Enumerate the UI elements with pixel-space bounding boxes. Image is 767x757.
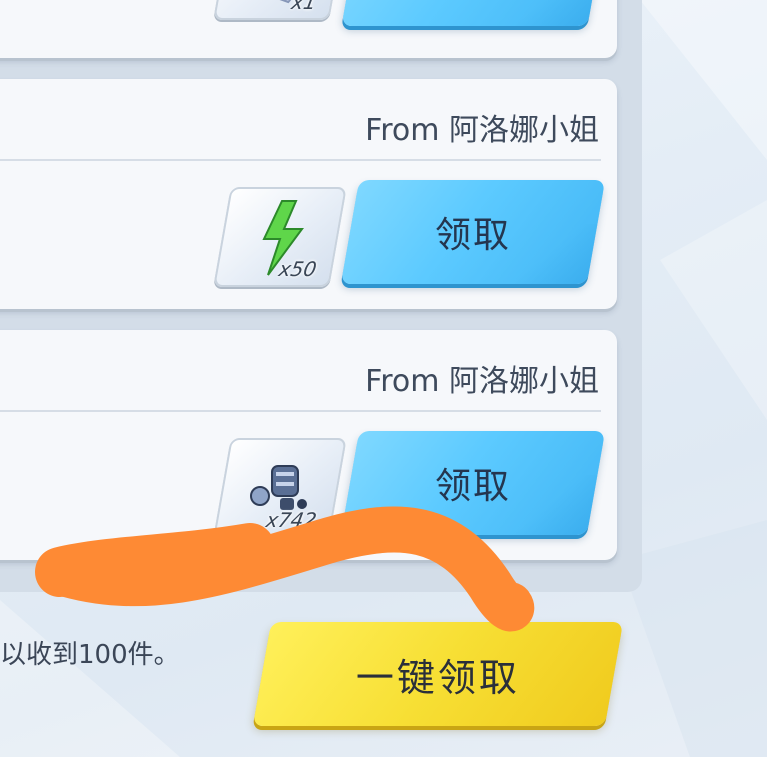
mail-card: From 阿洛娜小姐 x742 领取 xyxy=(0,330,617,560)
item-slot[interactable]: x1 xyxy=(213,0,347,20)
divider xyxy=(0,159,601,161)
item-slot[interactable]: x742 xyxy=(213,438,347,538)
sender-label: From 阿洛娜小姐 xyxy=(365,113,599,148)
claim-button[interactable]: 领取 xyxy=(340,180,606,284)
item-count: x1 xyxy=(289,0,319,14)
claim-button[interactable] xyxy=(341,0,605,26)
divider xyxy=(0,410,601,412)
claim-all-button[interactable]: 一键领取 xyxy=(252,622,624,726)
item-count: x50 xyxy=(276,257,319,281)
claim-button[interactable]: 领取 xyxy=(340,431,606,535)
ticket-icon xyxy=(230,0,316,4)
sender-label: From 阿洛娜小姐 xyxy=(365,364,599,399)
mail-count-note: 以收到100件。 xyxy=(0,640,180,670)
mail-card: x1 xyxy=(0,0,617,58)
mail-card: From 阿洛娜小姐 x50 领取 xyxy=(0,79,617,309)
item-slot[interactable]: x50 xyxy=(213,187,347,287)
item-count: x742 xyxy=(264,508,319,532)
